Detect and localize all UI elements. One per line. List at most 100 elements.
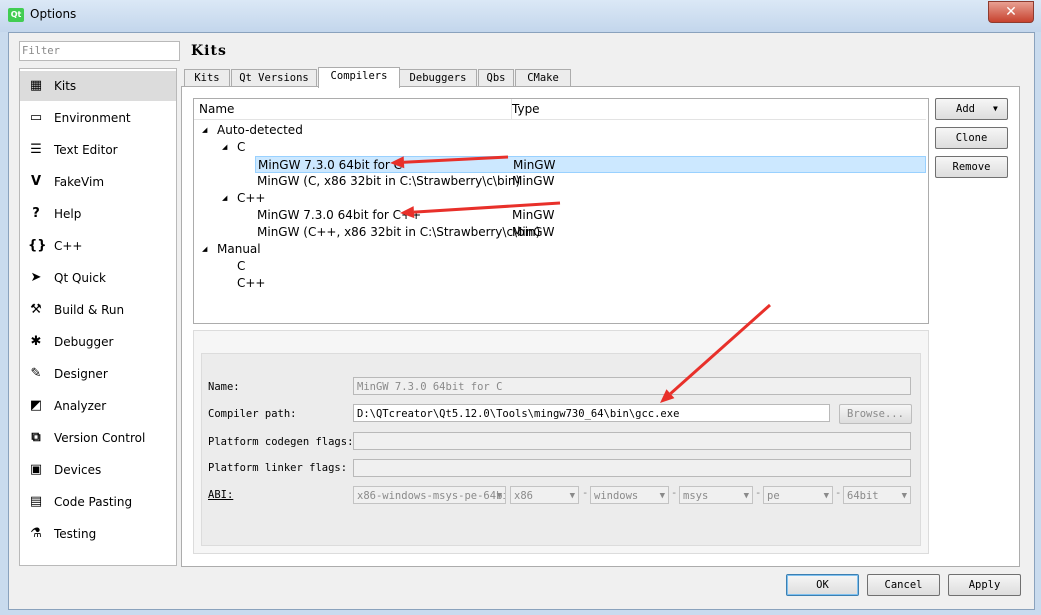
sidebar-item-c[interactable]: {} C++: [20, 231, 176, 261]
compiler-path-field[interactable]: D:\QTcreator\Qt5.12.0\Tools\mingw730_64\…: [353, 404, 830, 422]
expand-arrow-icon[interactable]: ◢: [222, 139, 227, 156]
tree-row[interactable]: MinGW (C, x86 32bit in C:\Strawberry\c\b…: [194, 173, 926, 190]
tree-row[interactable]: C++: [194, 275, 926, 292]
column-header-name[interactable]: Name: [194, 99, 512, 120]
fakevim-icon: V: [30, 174, 42, 189]
sidebar-item-label: Debugger: [54, 335, 114, 349]
devices-icon: ▣: [29, 462, 43, 477]
cancel-button[interactable]: Cancel: [867, 574, 940, 596]
add-button[interactable]: Add ▼: [935, 98, 1008, 120]
sidebar-item-label: Code Pasting: [54, 495, 133, 509]
expand-arrow-icon[interactable]: ◢: [202, 241, 207, 258]
tree-row-name: Auto-detected: [217, 123, 303, 137]
sidebar-item-label: Testing: [54, 527, 97, 541]
tree-row-name: Manual: [217, 242, 261, 256]
sidebar-item-label: Help: [54, 207, 82, 221]
tab-debuggers[interactable]: Debuggers: [399, 69, 477, 87]
add-button-label: Add: [956, 103, 975, 115]
sidebar-item-label: Text Editor: [54, 143, 118, 157]
abi-os-combo[interactable]: windows ▼: [590, 486, 669, 504]
sidebar-item-devices[interactable]: ▣ Devices: [20, 455, 176, 485]
tree-row-name: C: [237, 259, 246, 273]
hammer-icon: ⚒: [30, 302, 42, 317]
abi-arch-combo[interactable]: x86 ▼: [510, 486, 579, 504]
tree-row[interactable]: MinGW (C++, x86 32bit in C:\Strawberry\c…: [194, 224, 926, 241]
sidebar-item-analyzer[interactable]: ◩ Analyzer: [20, 391, 176, 421]
abi-combo[interactable]: x86-windows-msys-pe-64bit ▼: [353, 486, 506, 504]
pencil-icon: ✎: [30, 366, 42, 381]
abi-separator: -: [835, 487, 842, 499]
sidebar-item-label: Devices: [54, 463, 102, 477]
abi-flavor-chevron-down-icon: ▼: [743, 491, 749, 501]
abi-flavor-value: msys: [683, 490, 709, 502]
tree-row[interactable]: ◢ Auto-detected: [194, 122, 926, 139]
browse-button[interactable]: Browse...: [839, 404, 912, 424]
abi-combo-value: x86-windows-msys-pe-64bit: [357, 490, 506, 502]
compiler-path-label: Compiler path:: [208, 408, 297, 420]
tab-cmake[interactable]: CMake: [515, 69, 571, 87]
tree-row-type: MinGW: [512, 208, 555, 222]
sidebar-item-debugger[interactable]: ✱ Debugger: [20, 327, 176, 357]
abi-os-value: windows: [594, 490, 639, 502]
tree-row[interactable]: ◢ C++: [194, 190, 926, 207]
ok-button[interactable]: OK: [786, 574, 859, 596]
sidebar-item-kits[interactable]: ▦ Kits: [20, 71, 176, 101]
abi-width-value: 64bit: [847, 490, 879, 502]
sidebar-item-label: Qt Quick: [54, 271, 106, 285]
tab-kits[interactable]: Kits: [184, 69, 230, 87]
apply-button[interactable]: Apply: [948, 574, 1021, 596]
platform-codegen-flags-field[interactable]: [353, 432, 911, 450]
close-button[interactable]: ✕: [988, 1, 1034, 23]
abi-format-combo[interactable]: pe ▼: [763, 486, 833, 504]
remove-button[interactable]: Remove: [935, 156, 1008, 178]
expand-arrow-icon[interactable]: ◢: [222, 190, 227, 207]
tab-compilers[interactable]: Compilers: [318, 67, 400, 88]
tree-row[interactable]: ◢ C: [194, 139, 926, 156]
abi-os-chevron-down-icon: ▼: [659, 491, 665, 501]
sidebar-item-label: Analyzer: [54, 399, 107, 413]
compiler-tree[interactable]: Name Type ◢ Auto-detected ◢ C MinGW 7.3.0 64…: [193, 98, 929, 324]
abi-separator: -: [671, 487, 678, 499]
sidebar-item-code-pasting[interactable]: ▤ Code Pasting: [20, 487, 176, 517]
bug-icon: ✱: [30, 334, 42, 349]
abi-width-chevron-down-icon: ▼: [901, 491, 907, 501]
tree-row-type: MinGW: [512, 225, 555, 239]
sidebar-item-build-run[interactable]: ⚒ Build & Run: [20, 295, 176, 325]
sidebar-item-text-editor[interactable]: ☰ Text Editor: [20, 135, 176, 165]
window-title: Options: [30, 7, 77, 21]
abi-width-combo[interactable]: 64bit ▼: [843, 486, 911, 504]
tree-row[interactable]: MinGW 7.3.0 64bit for C++ MinGW: [194, 207, 926, 224]
name-label: Name:: [208, 381, 240, 393]
sidebar-item-label: Version Control: [54, 431, 146, 445]
sidebar-item-label: Kits: [54, 79, 77, 93]
sidebar-item-label: FakeVim: [54, 175, 105, 189]
sidebar-item-help[interactable]: ? Help: [20, 199, 176, 229]
tree-row-name: MinGW 7.3.0 64bit for C: [258, 158, 403, 172]
abi-flavor-combo[interactable]: msys ▼: [679, 486, 753, 504]
sidebar-item-version-control[interactable]: ⧉ Version Control: [20, 423, 176, 453]
category-sidebar: ▦ Kits ▭ Environment ☰ Text Editor V FakeVim? He…: [19, 68, 177, 566]
expand-arrow-icon[interactable]: ◢: [202, 122, 207, 139]
sidebar-item-environment[interactable]: ▭ Environment: [20, 103, 176, 133]
help-icon: ?: [32, 206, 40, 221]
tab-qbs[interactable]: Qbs: [478, 69, 514, 87]
filter-input[interactable]: [19, 41, 180, 61]
sidebar-item-fakevim[interactable]: V FakeVim: [20, 167, 176, 197]
abi-arch-value: x86: [514, 490, 533, 502]
tree-row[interactable]: MinGW 7.3.0 64bit for C MinGW: [255, 156, 926, 173]
sidebar-item-qt-quick[interactable]: ➤ Qt Quick: [20, 263, 176, 293]
tree-row-name: C++: [237, 191, 266, 205]
tree-row[interactable]: ◢ Manual: [194, 241, 926, 258]
column-header-type[interactable]: Type: [512, 99, 926, 120]
tab-qt-versions[interactable]: Qt Versions: [231, 69, 317, 87]
sidebar-item-designer[interactable]: ✎ Designer: [20, 359, 176, 389]
abi-format-chevron-down-icon: ▼: [823, 491, 829, 501]
abi-arch-chevron-down-icon: ▼: [569, 491, 575, 501]
sidebar-item-testing[interactable]: ⚗ Testing: [20, 519, 176, 549]
platform-linker-flags-field[interactable]: [353, 459, 911, 477]
analyzer-icon: ◩: [29, 398, 43, 413]
tree-row[interactable]: C: [194, 258, 926, 275]
name-field[interactable]: MinGW 7.3.0 64bit for C: [353, 377, 911, 395]
tree-row-type: MinGW: [513, 158, 556, 172]
clone-button[interactable]: Clone: [935, 127, 1008, 149]
